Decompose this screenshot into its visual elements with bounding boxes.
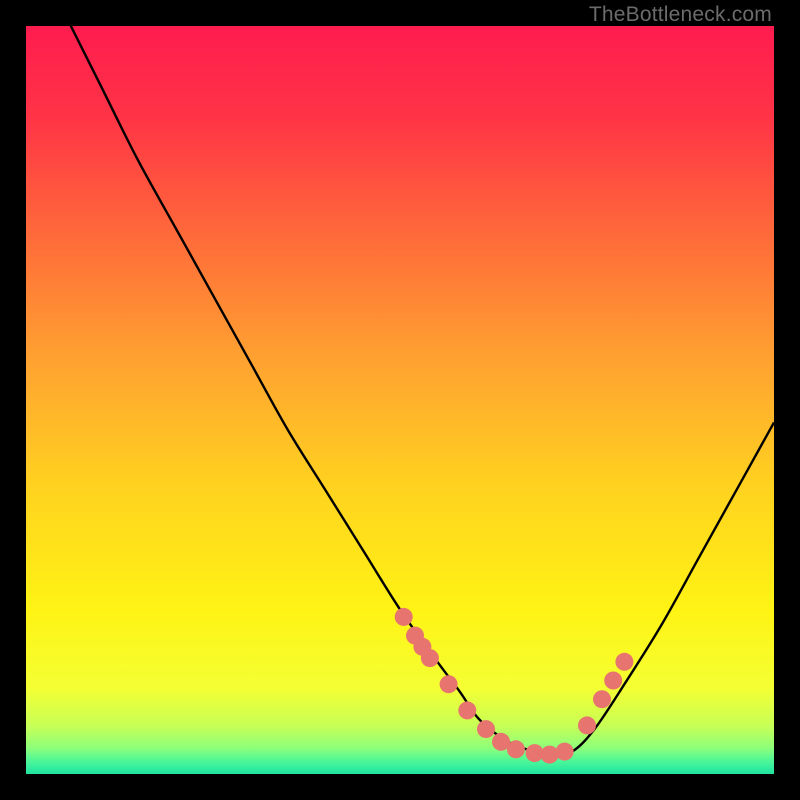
marker-point: [440, 675, 458, 693]
plot-area: [26, 26, 774, 774]
marker-point: [604, 672, 622, 690]
marker-point: [541, 746, 559, 764]
watermark-text: TheBottleneck.com: [589, 3, 772, 27]
marker-point: [421, 649, 439, 667]
curve-layer: [26, 26, 774, 774]
marker-point: [578, 716, 596, 734]
curve-markers: [395, 608, 634, 764]
marker-point: [395, 608, 413, 626]
marker-point: [477, 720, 495, 738]
chart-stage: TheBottleneck.com: [0, 0, 800, 800]
marker-point: [556, 743, 574, 761]
marker-point: [458, 701, 476, 719]
marker-point: [615, 653, 633, 671]
marker-point: [507, 740, 525, 758]
marker-point: [593, 690, 611, 708]
